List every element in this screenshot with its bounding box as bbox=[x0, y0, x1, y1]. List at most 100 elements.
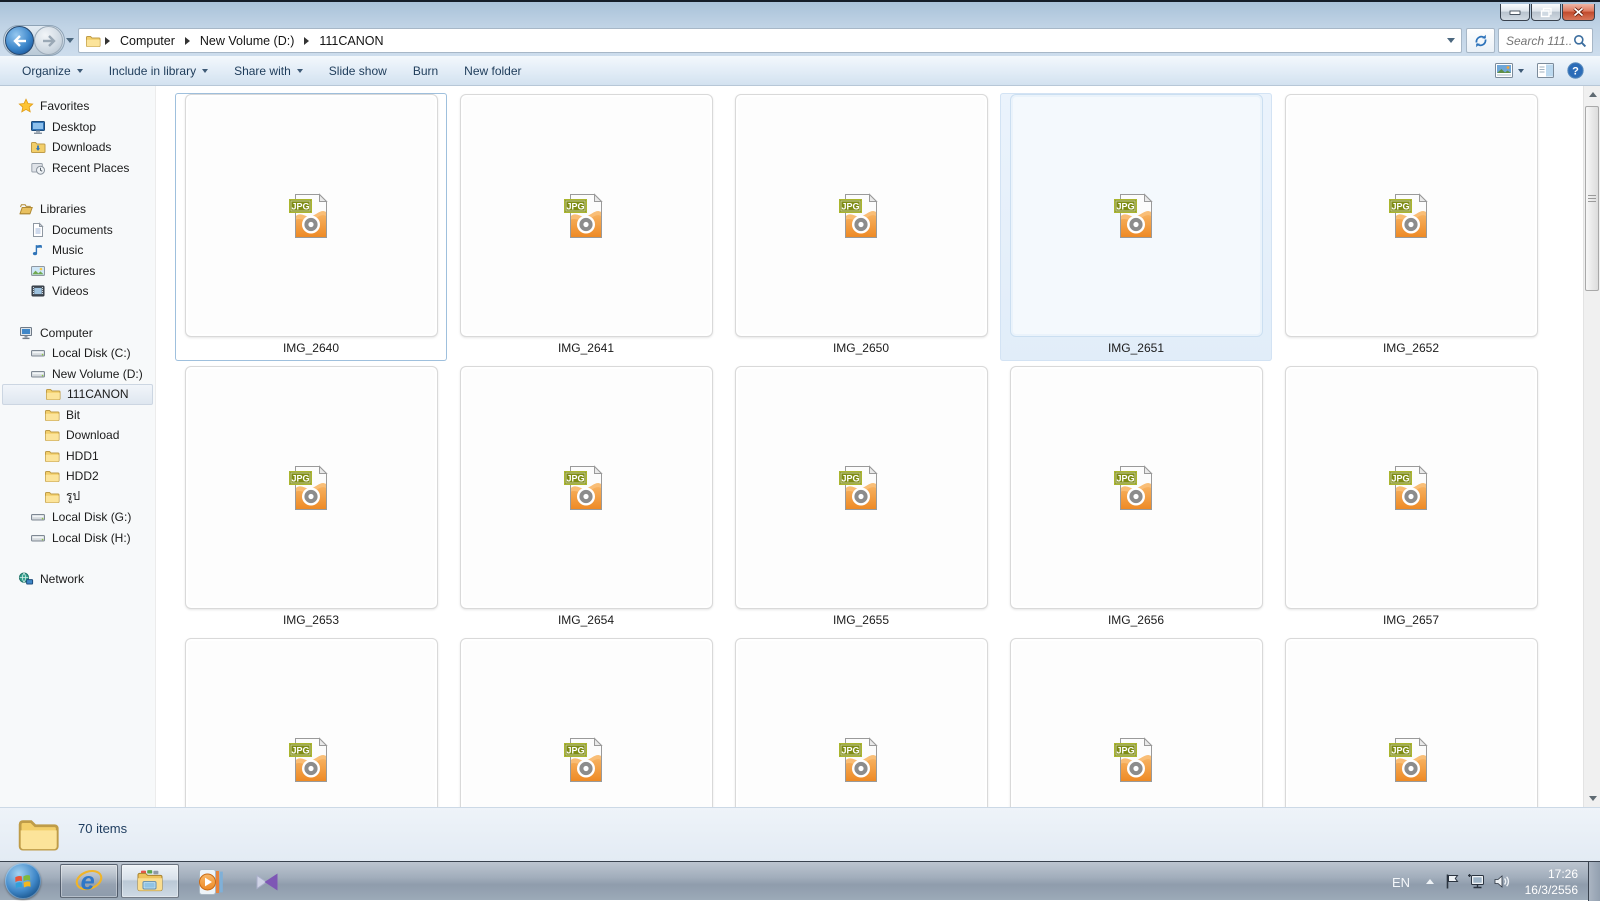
taskbar-wmp-button[interactable] bbox=[196, 867, 226, 897]
scroll-down-button[interactable] bbox=[1584, 790, 1600, 807]
vertical-scrollbar[interactable] bbox=[1583, 86, 1600, 807]
burn-button[interactable]: Burn bbox=[403, 60, 448, 82]
start-button[interactable] bbox=[5, 863, 41, 899]
file-tile[interactable]: JPG bbox=[725, 637, 997, 807]
sidebar-item-label: New Volume (D:) bbox=[52, 366, 143, 381]
action-center-flag-icon[interactable] bbox=[1443, 873, 1462, 890]
sidebar-item-bit[interactable]: Bit bbox=[2, 405, 153, 426]
title-bar[interactable]: Computer New Volume (D:) 111CANON bbox=[0, 0, 1600, 56]
file-tile[interactable]: JPG IMG_2640 bbox=[175, 93, 447, 361]
preview-pane-button[interactable] bbox=[1537, 63, 1554, 78]
sidebar-item-local-disk-c[interactable]: Local Disk (C:) bbox=[2, 343, 153, 364]
file-tile[interactable]: JPG IMG_2654 bbox=[450, 365, 722, 633]
monitor-icon bbox=[30, 119, 46, 135]
sidebar-item-111canon[interactable]: 111CANON bbox=[2, 384, 153, 405]
tray-expand-chevron-icon[interactable] bbox=[1426, 879, 1434, 884]
taskbar-ie-button[interactable]: e bbox=[60, 864, 118, 898]
views-button[interactable] bbox=[1495, 63, 1524, 78]
folder-icon bbox=[85, 33, 101, 49]
breadcrumb-item-drive[interactable]: New Volume (D:) bbox=[194, 32, 300, 50]
volume-tray-icon[interactable] bbox=[1493, 873, 1510, 890]
restore-button[interactable] bbox=[1531, 4, 1561, 21]
show-desktop-button[interactable] bbox=[1588, 862, 1600, 901]
address-dropdown-chevron-icon[interactable] bbox=[1447, 38, 1455, 43]
sidebar-item-label: Download bbox=[66, 428, 120, 443]
file-tile[interactable]: JPG IMG_2652 bbox=[1275, 93, 1547, 361]
file-tile[interactable]: JPG IMG_2656 bbox=[1000, 365, 1272, 633]
sidebar-item-new-volume-d[interactable]: New Volume (D:) bbox=[2, 364, 153, 385]
refresh-icon bbox=[1475, 34, 1486, 47]
sidebar-item-videos[interactable]: Videos bbox=[2, 281, 153, 302]
libraries-icon bbox=[18, 201, 34, 217]
jpg-file-icon: JPG bbox=[564, 736, 603, 782]
new-folder-button[interactable]: New folder bbox=[454, 60, 531, 82]
share-with-button[interactable]: Share with bbox=[224, 60, 313, 82]
file-thumbnail: JPG bbox=[459, 638, 713, 807]
sidebar-item-network[interactable]: Network bbox=[2, 569, 153, 590]
explorer-main: Favorites Desktop Downloads Recent Place… bbox=[0, 86, 1600, 807]
recent-pages-chevron-icon[interactable] bbox=[66, 38, 74, 43]
sidebar-item-downloads[interactable]: Downloads bbox=[2, 137, 153, 158]
search-input[interactable] bbox=[1504, 32, 1573, 49]
sidebar-item-hdd1[interactable]: HDD1 bbox=[2, 446, 153, 467]
sidebar-item-favorites[interactable]: Favorites bbox=[2, 96, 153, 117]
sidebar-item-desktop[interactable]: Desktop bbox=[2, 117, 153, 138]
jpg-badge: JPG bbox=[1116, 473, 1134, 483]
scrollbar-thumb[interactable] bbox=[1585, 106, 1599, 291]
network-tray-icon[interactable] bbox=[1467, 873, 1487, 890]
file-name: IMG_2657 bbox=[1382, 613, 1440, 627]
caption-buttons bbox=[1500, 4, 1595, 21]
breadcrumb-item-folder[interactable]: 111CANON bbox=[313, 32, 389, 50]
breadcrumb-item-computer[interactable]: Computer bbox=[114, 32, 181, 50]
taskbar-kmplayer-button[interactable] bbox=[252, 867, 282, 897]
new-folder-label: New folder bbox=[464, 63, 522, 78]
chevron-down-icon bbox=[202, 68, 209, 73]
sidebar-item-documents[interactable]: Documents bbox=[2, 220, 153, 241]
scroll-up-button[interactable] bbox=[1584, 86, 1600, 103]
search-icon[interactable] bbox=[1573, 34, 1587, 48]
file-thumbnail: JPG bbox=[184, 94, 438, 337]
language-indicator[interactable]: EN bbox=[1392, 875, 1410, 890]
sidebar-item-thai-folder[interactable]: รูป bbox=[2, 487, 153, 508]
jpg-file-icon: JPG bbox=[839, 192, 878, 238]
include-in-library-button[interactable]: Include in library bbox=[99, 60, 218, 82]
slide-show-button[interactable]: Slide show bbox=[319, 60, 397, 82]
file-tile[interactable]: JPG IMG_2650 bbox=[725, 93, 997, 361]
file-tile[interactable]: JPG bbox=[1000, 637, 1272, 807]
back-button[interactable] bbox=[5, 26, 34, 55]
file-tile[interactable]: JPG IMG_2655 bbox=[725, 365, 997, 633]
organize-button[interactable]: Organize bbox=[12, 60, 93, 82]
minimize-button[interactable] bbox=[1500, 4, 1530, 21]
refresh-button[interactable] bbox=[1466, 28, 1495, 53]
address-bar[interactable]: Computer New Volume (D:) 111CANON bbox=[78, 28, 1462, 53]
file-tile[interactable]: JPG IMG_2653 bbox=[175, 365, 447, 633]
sidebar-item-label: Documents bbox=[52, 222, 113, 237]
sidebar-item-music[interactable]: Music bbox=[2, 240, 153, 261]
file-tile[interactable]: JPG bbox=[175, 637, 447, 807]
sidebar-item-local-disk-g[interactable]: Local Disk (G:) bbox=[2, 507, 153, 528]
help-icon[interactable]: ? bbox=[1567, 62, 1584, 79]
command-toolbar: Organize Include in library Share with S… bbox=[0, 56, 1600, 86]
file-grid: JPG IMG_2640 JPG IMG_2641 JPG IMG_2650 J… bbox=[175, 93, 1547, 807]
sidebar-item-download[interactable]: Download bbox=[2, 425, 153, 446]
file-tile[interactable]: JPG bbox=[1275, 637, 1547, 807]
sidebar-item-computer[interactable]: Computer bbox=[2, 323, 153, 344]
sidebar-item-label: Computer bbox=[40, 325, 93, 340]
file-thumbnail: JPG bbox=[1009, 366, 1263, 609]
sidebar-item-libraries[interactable]: Libraries bbox=[2, 199, 153, 220]
file-tile[interactable]: JPG bbox=[450, 637, 722, 807]
forward-button[interactable] bbox=[34, 26, 63, 55]
sidebar-item-local-disk-h[interactable]: Local Disk (H:) bbox=[2, 528, 153, 549]
file-tile[interactable]: JPG IMG_2641 bbox=[450, 93, 722, 361]
close-button[interactable] bbox=[1562, 4, 1595, 21]
include-in-library-label: Include in library bbox=[108, 63, 197, 78]
sidebar-item-recent-places[interactable]: Recent Places bbox=[2, 158, 153, 179]
taskbar-clock[interactable]: 17:26 16/3/2556 bbox=[1514, 866, 1578, 898]
file-tile[interactable]: JPG IMG_2657 bbox=[1275, 365, 1547, 633]
sidebar-item-pictures[interactable]: Pictures bbox=[2, 261, 153, 282]
taskbar-explorer-button[interactable] bbox=[121, 864, 179, 898]
file-tile[interactable]: JPG IMG_2651 bbox=[1000, 93, 1272, 361]
sidebar-item-hdd2[interactable]: HDD2 bbox=[2, 466, 153, 487]
chevron-down-icon bbox=[1518, 68, 1524, 73]
